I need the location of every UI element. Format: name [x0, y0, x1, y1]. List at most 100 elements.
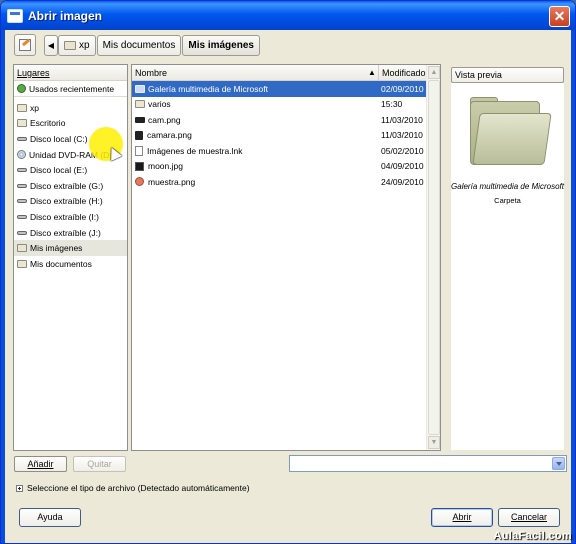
image-icon [135, 177, 144, 187]
path-back-button[interactable]: ◀ [44, 34, 58, 56]
places-item-removable-h[interactable]: Disco extraíble (H:) [14, 194, 127, 210]
folder-icon [64, 40, 76, 50]
window-icon [7, 8, 23, 23]
places-item-mis-documentos[interactable]: Mis documentos [14, 256, 127, 272]
drive-icon [17, 230, 27, 235]
file-icon [135, 145, 143, 156]
places-item-label: Disco local (E:) [30, 165, 88, 176]
watermark: AulaFacil.com [493, 530, 572, 542]
file-name: muestra.png [148, 176, 196, 187]
window-frame-left [1, 30, 5, 543]
add-bookmark-button[interactable]: Añadir [14, 456, 67, 472]
file-modified: 24/09/2010 [381, 176, 424, 187]
file-row[interactable]: cam.png 11/03/2010 [132, 112, 440, 128]
folder-icon [17, 259, 27, 268]
file-type-filter-select[interactable] [289, 455, 567, 472]
file-modified: 05/02/2010 [381, 145, 424, 156]
scroll-down-icon[interactable]: ▼ [428, 436, 440, 449]
places-item-label: Disco extraíble (I:) [30, 211, 99, 222]
places-item-removable-j[interactable]: Disco extraíble (J:) [14, 225, 127, 241]
cd-icon [17, 150, 26, 160]
path-segment-mis-documentos[interactable]: Mis documentos [96, 34, 182, 56]
expander-label: Seleccione el tipo de archivo (Detectado… [27, 483, 250, 493]
file-name: Galería multimedia de Microsoft [148, 83, 268, 94]
places-item-label: xp [30, 102, 39, 113]
path-bar: ◀ xp Mis documentos Mis imágenes [14, 34, 261, 56]
places-item-label: Mis documentos [30, 258, 92, 269]
column-header-modified[interactable]: Modificado [378, 65, 428, 81]
places-item-label: Disco extraíble (H:) [30, 196, 103, 207]
large-folder-icon [470, 97, 552, 167]
preview-panel: Vista previa Galería multimedia de Micro… [449, 64, 567, 451]
places-header-label: Lugares [17, 68, 50, 78]
file-modified: 02/09/2010 [381, 83, 424, 94]
places-item-mis-imagenes[interactable]: Mis imágenes [14, 240, 127, 256]
title-bar[interactable]: Abrir imagen ✕ [1, 1, 575, 30]
preview-header-button[interactable]: Vista previa [451, 67, 564, 83]
preview-file-name: Galería multimedia de Microsoft [451, 182, 564, 191]
folder-icon [17, 119, 27, 128]
places-item-label: Escritorio [30, 118, 66, 129]
file-list-panel: Nombre ▲ Modificado Galería multimedia d… [131, 64, 441, 451]
drive-icon [17, 136, 27, 141]
file-name: cam.png [148, 114, 181, 125]
column-header-name[interactable]: Nombre [135, 68, 167, 78]
folder-icon [17, 103, 27, 112]
file-row[interactable]: varios 15:30 [132, 97, 440, 113]
path-segment-mis-imagenes[interactable]: Mis imágenes [182, 34, 260, 56]
remove-button-label: Quitar [87, 459, 112, 469]
preview-header-label: Vista previa [455, 70, 502, 80]
places-header[interactable]: Lugares [14, 65, 127, 81]
camera-icon [135, 130, 143, 140]
drive-icon [17, 199, 27, 204]
file-modified: 04/09/2010 [381, 161, 424, 172]
expand-plus-icon[interactable] [16, 484, 23, 492]
places-panel: Lugares Usados recientemente xp Escritor… [13, 64, 128, 451]
preview-area: Galería multimedia de Microsoft Carpeta [451, 83, 564, 450]
places-item-label: Disco local (C:) [30, 133, 88, 144]
file-type-expander[interactable]: Seleccione el tipo de archivo (Detectado… [16, 482, 250, 494]
type-location-button[interactable] [14, 34, 36, 56]
cancel-button-label: Cancelar [510, 512, 548, 522]
file-row[interactable]: Galería multimedia de Microsoft 02/09/20… [132, 81, 440, 97]
help-button[interactable]: Ayuda [19, 508, 81, 527]
recent-icon [17, 84, 26, 93]
file-list-scrollbar[interactable]: ▲ ▼ [426, 65, 440, 450]
file-name: camara.png [147, 130, 192, 141]
cancel-button[interactable]: Cancelar [498, 508, 560, 527]
open-button-label: Abrir [452, 512, 472, 522]
file-row[interactable]: Imágenes de muestra.lnk 05/02/2010 [132, 143, 440, 159]
open-button[interactable]: Abrir [431, 508, 493, 527]
pencil-icon [19, 39, 31, 51]
places-item-removable-g[interactable]: Disco extraíble (G:) [14, 178, 127, 194]
scrollbar-thumb[interactable] [428, 80, 440, 435]
scroll-up-icon[interactable]: ▲ [428, 66, 440, 79]
window-title: Abrir imagen [28, 8, 103, 23]
file-row[interactable]: muestra.png 24/09/2010 [132, 174, 440, 190]
folder-icon [17, 244, 27, 253]
places-item-removable-i[interactable]: Disco extraíble (I:) [14, 209, 127, 225]
close-button[interactable]: ✕ [549, 6, 570, 27]
places-item-disk-e[interactable]: Disco local (E:) [14, 162, 127, 178]
file-name: moon.jpg [148, 161, 183, 172]
places-item-recent[interactable]: Usados recientemente [14, 81, 127, 97]
file-modified: 15:30 [381, 99, 403, 110]
file-list-header: Nombre ▲ Modificado [132, 65, 440, 81]
image-icon [135, 161, 144, 171]
help-button-label: Ayuda [37, 512, 63, 522]
file-row[interactable]: moon.jpg 04/09/2010 [132, 159, 440, 175]
path-segment-label: Mis documentos [102, 39, 176, 51]
places-item-label: Usados recientemente [29, 83, 115, 94]
chevron-down-icon[interactable] [552, 457, 565, 470]
remove-bookmark-button[interactable]: Quitar [73, 456, 126, 472]
path-segment-label: Mis imágenes [188, 39, 254, 51]
file-name: varios [148, 99, 171, 110]
path-segment-xp[interactable]: xp [58, 34, 96, 56]
file-modified: 11/03/2010 [381, 114, 423, 125]
places-item-xp[interactable]: xp [14, 100, 127, 116]
file-row[interactable]: camara.png 11/03/2010 [132, 128, 440, 144]
drive-icon [17, 168, 27, 173]
sort-ascending-icon: ▲ [368, 68, 376, 77]
drive-icon [17, 214, 27, 219]
open-image-dialog: Abrir imagen ✕ ◀ xp Mis documentos Mis i… [0, 0, 576, 544]
